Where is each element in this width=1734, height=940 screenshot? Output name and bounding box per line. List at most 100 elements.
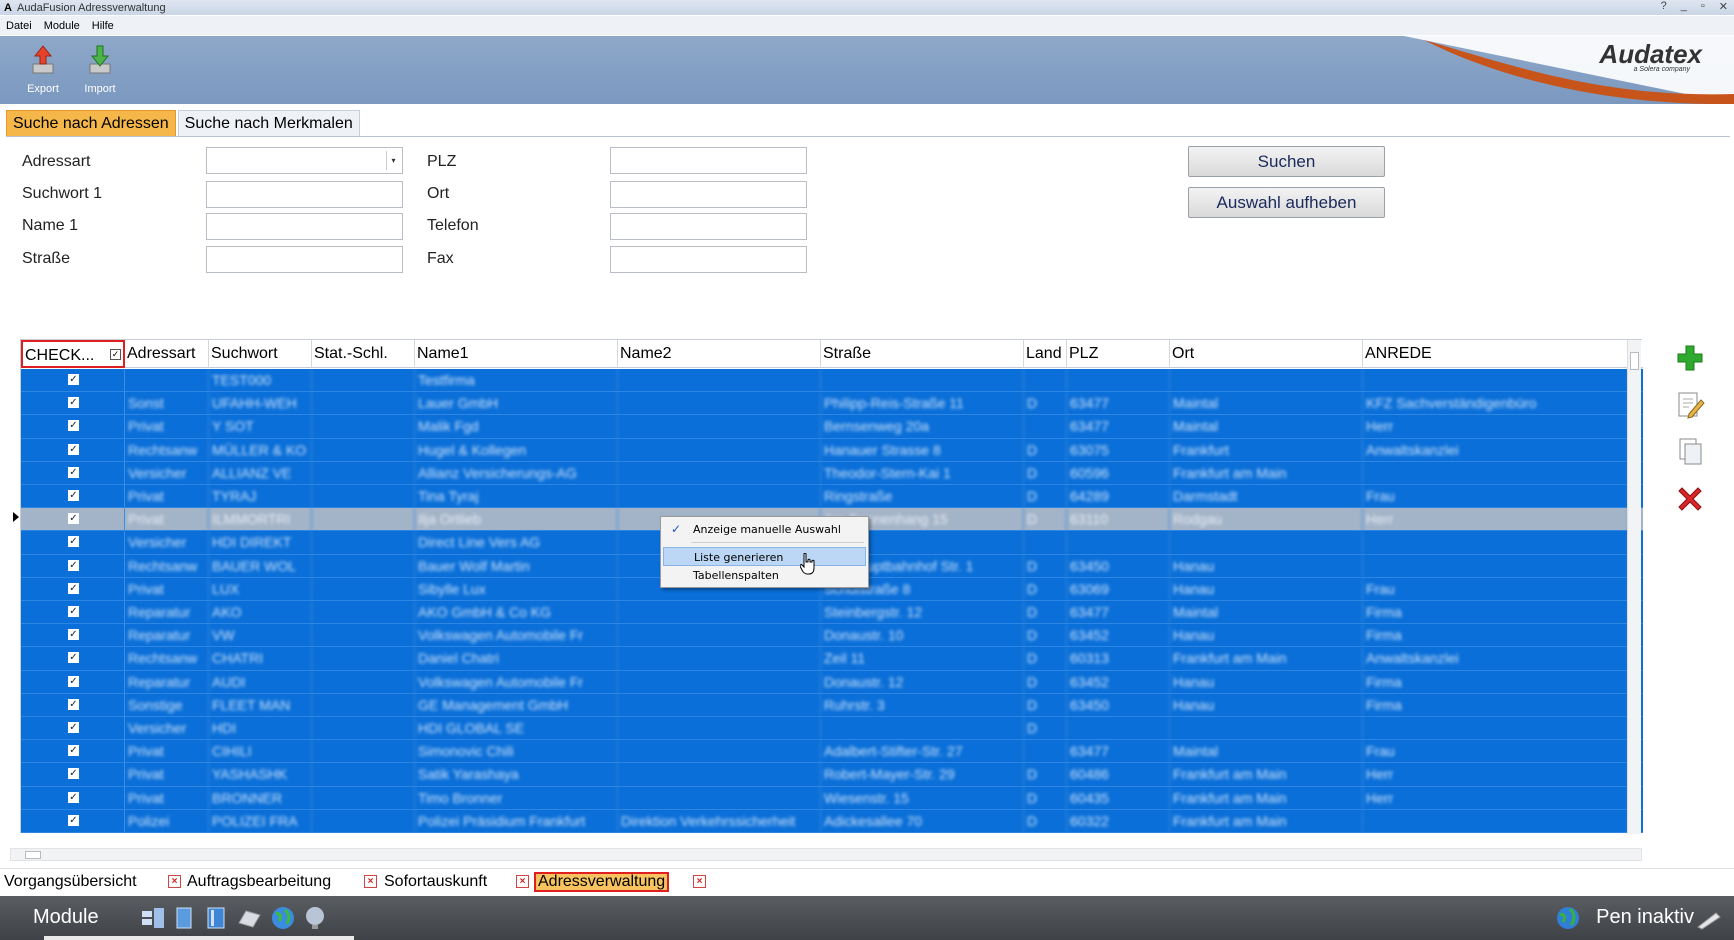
cell-check[interactable]: ✓ [21,415,125,438]
column-header-name2[interactable]: Name2 [618,340,821,368]
ort-input[interactable] [610,181,807,208]
column-header-ort[interactable]: Ort [1170,340,1363,368]
cell-check[interactable]: ✓ [21,624,125,647]
search-button[interactable]: Suchen [1188,146,1385,177]
export-button[interactable]: Export [15,42,71,100]
table-row[interactable]: ✓ Reparatur AKO AKO GmbH & Co KG Steinbergst… [21,601,1643,625]
row-checkbox[interactable]: ✓ [68,513,79,525]
import-button[interactable]: Import [72,42,128,100]
table-row[interactable]: ✓ Polizei POLIZEI FRA Polizei Präsidium Fra… [21,809,1643,833]
row-checkbox[interactable]: ✓ [68,814,79,826]
cell-check[interactable]: ✓ [21,577,125,600]
menu-item-anzeige-manuelle-auswahl[interactable]: ✓ Anzeige manuelle Auswahl [663,520,866,539]
doc-tab-auftragsbearbeitung[interactable]: Auftragsbearbeitung [187,872,331,892]
table-row[interactable]: ✓ Privat TYRAJ Tina Tyraj Ringstraße D 64289 Da… [21,485,1643,509]
edit-icon[interactable] [1675,390,1705,420]
globe-stand-icon[interactable] [302,905,328,931]
cell-check[interactable]: ✓ [21,485,125,508]
row-checkbox[interactable]: ✓ [68,698,79,710]
row-checkbox[interactable]: ✓ [68,629,79,641]
row-checkbox[interactable]: ✓ [68,559,79,571]
maximize-icon[interactable]: ▫ [1701,0,1705,13]
close-icon[interactable]: ✕ [1719,0,1728,13]
cell-check[interactable]: ✓ [21,786,125,809]
doc-tab-adressverwaltung[interactable]: Adressverwaltung [534,872,670,892]
menu-hilfe[interactable]: Hilfe [92,20,114,32]
module-button[interactable]: Module [33,906,99,929]
table-row[interactable]: ✓ Sonstige FLEET MAN GE Management GmbH Ruhr… [21,693,1643,717]
table-row[interactable]: ✓ Rechtsanw CHATRI Daniel Chatri Zeil 11 D 603… [21,647,1643,671]
suchwort1-input[interactable] [206,181,403,208]
keyboard-icon[interactable] [236,905,262,931]
name1-input[interactable] [206,213,403,240]
row-checkbox[interactable]: ✓ [68,745,79,757]
copy-icon[interactable] [1675,436,1705,466]
telefon-input[interactable] [610,213,807,240]
clear-selection-button[interactable]: Auswahl aufheben [1188,187,1385,218]
fax-input[interactable] [610,246,807,273]
table-row[interactable]: ✓ Versicher HDI HDI GLOBAL SE D [21,717,1643,741]
table-row[interactable]: ✓ Sonst UFAHH-WEH Lauer GmbH Philipp-Reis-St… [21,392,1643,416]
scroll-thumb[interactable] [1630,352,1639,370]
cell-check[interactable]: ✓ [21,763,125,786]
row-checkbox[interactable]: ✓ [68,582,79,594]
row-checkbox[interactable]: ✓ [68,443,79,455]
menu-item-tabellenspalten[interactable]: Tabellenspalten [663,566,866,585]
table-row[interactable]: ✓ Reparatur AUDI Volkswagen Automobile Fr Do… [21,670,1643,694]
close-tab-icon[interactable]: × [168,875,181,888]
row-checkbox[interactable]: ✓ [68,490,79,501]
column-header-name1[interactable]: Name1 [415,340,618,368]
row-checkbox[interactable]: ✓ [68,420,79,432]
tab-suche-nach-adressen[interactable]: Suche nach Adressen [6,110,176,137]
cell-check[interactable]: ✓ [21,461,125,484]
cell-check[interactable]: ✓ [21,809,125,832]
scroll-thumb[interactable] [25,851,41,859]
column-header-adressart[interactable]: Adressart [125,340,209,368]
cell-check[interactable]: ✓ [21,508,125,531]
cell-check[interactable]: ✓ [21,601,125,624]
row-checkbox[interactable]: ✓ [68,536,79,548]
close-tab-icon[interactable]: × [516,875,529,888]
column-header-plz[interactable]: PLZ [1067,340,1170,368]
plz-input[interactable] [610,147,807,174]
row-checkbox[interactable]: ✓ [68,768,79,780]
book-icon[interactable] [172,905,198,931]
table-row[interactable]: ✓ Privat Y SOT Malik Fgd Bernsenweg 20a 63477… [21,415,1643,439]
menu-module[interactable]: Module [44,20,80,32]
cell-check[interactable]: ✓ [21,531,125,554]
strasse-input[interactable] [206,246,403,273]
doc-tab-vorgangsuebersicht[interactable]: Vorgangsübersicht [4,872,137,892]
table-row[interactable]: ✓ Reparatur VW Volkswagen Automobile Fr Dona… [21,624,1643,648]
row-checkbox[interactable]: ✓ [68,606,79,617]
chevron-down-icon[interactable]: ▾ [386,151,400,170]
doc-tab-sofortauskunft[interactable]: Sofortauskunft [384,872,487,892]
table-row[interactable]: ✓ Versicher ALLIANZ VE Allianz Versicherung… [21,461,1643,485]
menu-item-liste-generieren[interactable]: Liste generieren [663,547,866,566]
add-icon[interactable] [1675,343,1705,373]
table-row[interactable]: ✓ Privat BRONNER Timo Bronner Wiesenstr. 15 D… [21,786,1643,810]
row-checkbox[interactable]: ✓ [68,652,79,664]
column-header-strasse[interactable]: Straße [821,340,1024,368]
table-row[interactable]: ✓ Rechtsanw MÜLLER & KO Hugel & Kollegen Han… [21,438,1643,462]
row-checkbox[interactable]: ✓ [68,791,79,803]
cell-check[interactable]: ✓ [21,438,125,461]
globe-icon[interactable] [270,905,296,931]
delete-icon[interactable] [1675,484,1705,514]
cell-check[interactable]: ✓ [21,693,125,716]
minimize-icon[interactable]: _ [1681,0,1687,13]
vertical-scrollbar[interactable] [1627,340,1641,834]
column-header-anrede[interactable]: ANREDE [1363,340,1629,368]
close-tab-icon[interactable]: × [693,875,706,888]
cell-check[interactable]: ✓ [21,717,125,740]
cell-check[interactable]: ✓ [21,740,125,763]
adressart-select[interactable]: ▾ [206,147,403,174]
row-checkbox[interactable]: ✓ [68,466,79,478]
row-checkbox[interactable]: ✓ [68,722,79,733]
cell-check[interactable]: ✓ [21,647,125,670]
cell-check[interactable]: ✓ [21,392,125,415]
cell-check[interactable]: ✓ [21,670,125,693]
pen-icon[interactable] [1696,907,1722,933]
row-checkbox[interactable]: ✓ [68,374,79,385]
manual-icon[interactable] [204,905,230,931]
table-row[interactable]: ✓ Privat CIHILI Simonovic Chili Adalbert-Sti… [21,740,1643,764]
